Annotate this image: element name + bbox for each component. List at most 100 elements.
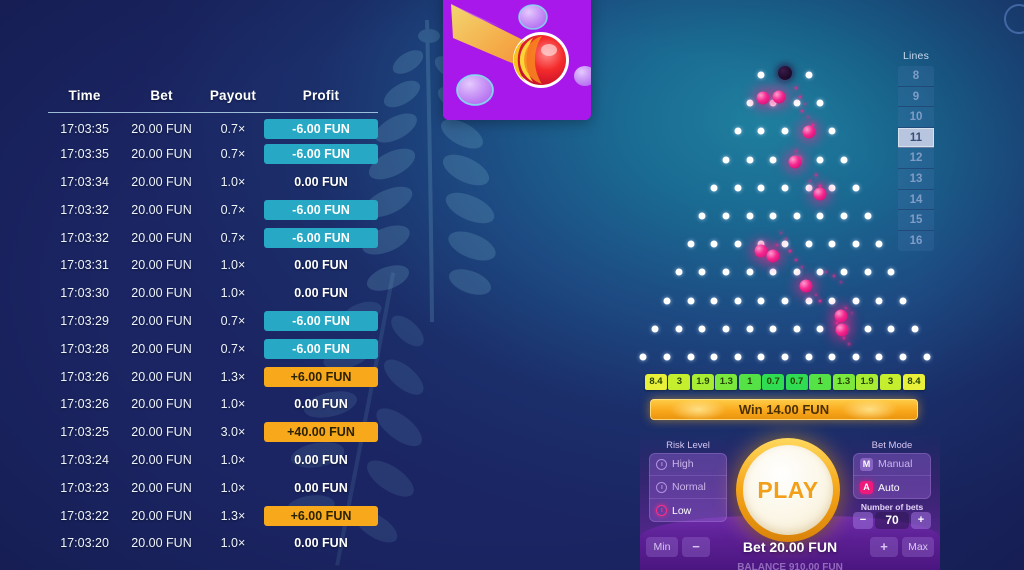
column-header-time: Time — [48, 88, 121, 113]
peg — [746, 269, 753, 276]
spark-particle — [780, 232, 783, 235]
number-of-bets-stepper[interactable]: − 70 + — [853, 512, 931, 529]
cell-profit: 0.00 FUN — [264, 474, 378, 502]
table-row: 17:03:34 20.00 FUN 1.0× 0.00 FUN — [48, 168, 378, 196]
peg — [829, 354, 836, 361]
cell-time: 17:03:35 — [48, 113, 121, 141]
bets-decrement-button[interactable]: − — [853, 512, 873, 529]
spark-particle — [807, 116, 810, 119]
peg — [782, 184, 789, 191]
spark-particle — [845, 307, 848, 310]
spark-particle — [836, 322, 839, 325]
peg — [746, 100, 753, 107]
bet-mode-option-auto[interactable]: A Auto — [853, 476, 931, 499]
play-button[interactable]: PLAY — [736, 438, 840, 542]
cell-payout: 0.7× — [202, 140, 264, 168]
peg — [770, 325, 777, 332]
peg — [711, 241, 718, 248]
cell-bet: 20.00 FUN — [121, 196, 202, 224]
spark-particle — [795, 259, 798, 262]
peg — [805, 241, 812, 248]
spark-particle — [799, 96, 802, 99]
bet-max-button[interactable]: Max — [902, 537, 934, 557]
peg — [782, 128, 789, 135]
bet-decrement-button[interactable]: − — [682, 537, 710, 557]
multiplier-slot-11: 8.4 — [903, 374, 925, 390]
spark-particle — [825, 271, 828, 274]
risk-option-normal[interactable]: Normal — [649, 476, 727, 499]
profit-badge-loss: -6.00 FUN — [264, 144, 378, 164]
spark-particle — [799, 157, 802, 160]
peg — [675, 269, 682, 276]
peg — [817, 100, 824, 107]
bet-mode-title: Bet Mode — [852, 440, 932, 451]
bets-value[interactable]: 70 — [875, 512, 909, 529]
peg — [829, 241, 836, 248]
cell-bet: 20.00 FUN — [121, 307, 202, 335]
peg — [852, 297, 859, 304]
peg — [782, 297, 789, 304]
peg — [687, 297, 694, 304]
peg — [746, 325, 753, 332]
spark-particle — [848, 343, 851, 346]
bet-mode-option-manual[interactable]: M Manual — [853, 453, 931, 476]
bet-mode-options[interactable]: M Manual A Auto — [853, 453, 931, 499]
peg — [888, 325, 895, 332]
peg — [817, 213, 824, 220]
multiplier-row: 8.4 3 1.9 1.3 1 0.7 0.7 1 1.3 1.9 3 8.4 — [645, 374, 925, 390]
risk-level-options[interactable]: High Normal Low — [649, 453, 727, 522]
peg — [687, 241, 694, 248]
cell-profit: 0.00 FUN — [264, 279, 378, 307]
cell-bet: 20.00 FUN — [121, 529, 202, 557]
peg — [687, 354, 694, 361]
peg — [793, 269, 800, 276]
bet-increment-button[interactable]: + — [870, 537, 898, 557]
peg — [852, 354, 859, 361]
profit-value: 0.00 FUN — [294, 286, 348, 300]
peg — [841, 213, 848, 220]
multiplier-slot-1: 3 — [668, 374, 690, 390]
cell-bet: 20.00 FUN — [121, 363, 202, 391]
history-table-head: Time Bet Payout Profit — [48, 88, 378, 113]
peg — [852, 241, 859, 248]
play-button-label: PLAY — [757, 477, 818, 504]
table-row: 17:03:23 20.00 FUN 1.0× 0.00 FUN — [48, 474, 378, 502]
peg — [782, 241, 789, 248]
cell-bet: 20.00 FUN — [121, 418, 202, 446]
peg — [876, 297, 883, 304]
bet-amount-value[interactable]: Bet 20.00 FUN — [714, 539, 866, 555]
bet-amount-bar[interactable]: Min − Bet 20.00 FUN + Max — [640, 534, 940, 560]
profit-value: 0.00 FUN — [294, 258, 348, 272]
cell-bet: 20.00 FUN — [121, 474, 202, 502]
risk-option-high[interactable]: High — [649, 453, 727, 476]
peg — [758, 72, 765, 79]
peg — [734, 241, 741, 248]
cell-payout: 3.0× — [202, 418, 264, 446]
plinko-board[interactable] — [630, 55, 940, 365]
cell-profit: -6.00 FUN — [264, 196, 378, 224]
cell-bet: 20.00 FUN — [121, 446, 202, 474]
peg — [817, 325, 824, 332]
table-row: 17:03:25 20.00 FUN 3.0× +40.00 FUN — [48, 418, 378, 446]
cell-profit: -6.00 FUN — [264, 113, 378, 141]
cell-profit: 0.00 FUN — [264, 251, 378, 279]
cell-time: 17:03:26 — [48, 363, 121, 391]
ball-active — [767, 250, 780, 263]
gauge-icon — [656, 482, 667, 493]
peg — [793, 213, 800, 220]
game-logo[interactable] — [443, 0, 591, 120]
bets-increment-button[interactable]: + — [911, 512, 931, 529]
peg — [746, 156, 753, 163]
multiplier-slot-4: 1 — [739, 374, 761, 390]
cell-profit: +40.00 FUN — [264, 418, 378, 446]
cell-payout: 1.0× — [202, 168, 264, 196]
peg — [852, 184, 859, 191]
bet-min-button[interactable]: Min — [646, 537, 678, 557]
risk-option-low[interactable]: Low — [649, 499, 727, 522]
cell-payout: 0.7× — [202, 224, 264, 252]
cell-payout: 1.0× — [202, 474, 264, 502]
balance-display: BALANCE 910.00 FUN — [640, 562, 940, 570]
cell-profit: +6.00 FUN — [264, 502, 378, 530]
spark-particle — [795, 87, 798, 90]
settings-circle-icon[interactable] — [1004, 4, 1024, 34]
